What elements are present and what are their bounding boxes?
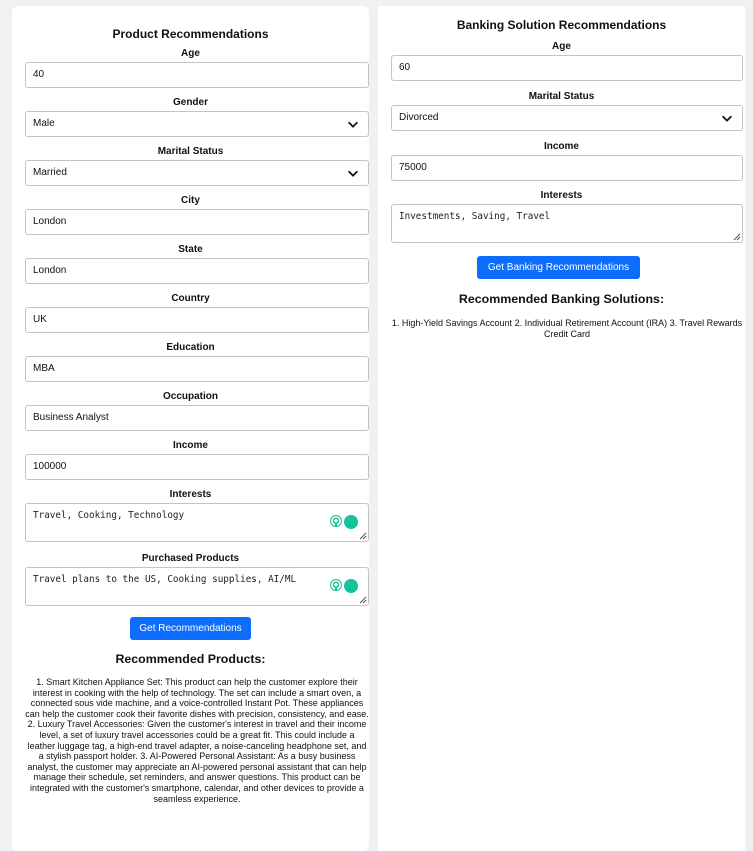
lightbulb-icon[interactable] [330, 579, 342, 593]
country-input[interactable]: UK [25, 307, 369, 333]
banking-panel-title: Banking Solution Recommendations [456, 18, 667, 32]
age-input[interactable]: 40 [25, 62, 369, 88]
banking-marital-status-label: Marital Status [528, 91, 595, 102]
country-label: Country [171, 293, 210, 304]
city-input[interactable]: London [25, 209, 369, 235]
product-recommendations-panel: Product Recommendations Age 40 Gender Ma… [12, 6, 369, 851]
grammarly-icon[interactable] [344, 579, 358, 593]
purchased-products-textarea[interactable]: Travel plans to the US, Cooking supplies… [25, 567, 369, 606]
chevron-down-icon [722, 115, 732, 122]
interests-label: Interests [169, 489, 212, 500]
education-label: Education [166, 342, 215, 353]
gender-label: Gender [172, 97, 208, 108]
banking-age-input[interactable]: 60 [391, 55, 743, 81]
recommended-products-text: 1. Smart Kitchen Appliance Set: This pro… [25, 677, 369, 804]
recommended-banking-solutions-title: Recommended Banking Solutions: [458, 292, 665, 306]
get-banking-recommendations-button[interactable]: Get Banking Recommendations [477, 256, 640, 279]
banking-recommendations-panel: Banking Solution Recommendations Age 60 … [378, 6, 745, 851]
purchased-products-label: Purchased Products [141, 553, 240, 564]
banking-marital-status-select[interactable]: Divorced [391, 105, 743, 131]
writing-assistant [330, 515, 358, 529]
city-label: City [181, 195, 200, 206]
lightbulb-icon[interactable] [330, 515, 342, 529]
marital-status-select-value: Married [33, 167, 67, 178]
gender-select-value: Male [33, 118, 55, 129]
interests-text: Travel, Cooking, Technology [33, 510, 185, 521]
banking-interests-text: Investments, Saving, Travel [399, 211, 551, 222]
banking-income-input[interactable]: 75000 [391, 155, 743, 181]
resize-handle-icon[interactable] [732, 232, 741, 241]
income-label: Income [172, 440, 208, 451]
recommended-banking-solutions-text: 1. High-Yield Savings Account 2. Individ… [391, 318, 743, 339]
state-label: State [178, 244, 203, 255]
grammarly-icon[interactable] [344, 515, 358, 529]
income-input[interactable]: 100000 [25, 454, 369, 480]
purchased-products-text: Travel plans to the US, Cooking supplies… [33, 574, 297, 585]
banking-marital-status-value: Divorced [399, 112, 439, 123]
chevron-down-icon [348, 121, 358, 128]
resize-handle-icon[interactable] [358, 595, 367, 604]
state-input[interactable]: London [25, 258, 369, 284]
product-panel-title: Product Recommendations [112, 27, 269, 41]
banking-income-label: Income [543, 141, 579, 152]
marital-status-select[interactable]: Married [25, 160, 369, 186]
recommended-products-title: Recommended Products: [115, 652, 266, 666]
gender-select[interactable]: Male [25, 111, 369, 137]
chevron-down-icon [348, 170, 358, 177]
interests-textarea[interactable]: Travel, Cooking, Technology [25, 503, 369, 542]
education-input[interactable]: MBA [25, 356, 369, 382]
banking-age-label: Age [552, 41, 571, 52]
age-label: Age [181, 48, 200, 59]
writing-assistant [330, 579, 358, 593]
occupation-input[interactable]: Business Analyst [25, 405, 369, 431]
get-recommendations-button[interactable]: Get Recommendations [130, 617, 251, 640]
banking-interests-label: Interests [540, 190, 583, 201]
marital-status-label: Marital Status [157, 146, 224, 157]
resize-handle-icon[interactable] [358, 531, 367, 540]
banking-interests-textarea[interactable]: Investments, Saving, Travel [391, 204, 743, 243]
occupation-label: Occupation [162, 391, 218, 402]
